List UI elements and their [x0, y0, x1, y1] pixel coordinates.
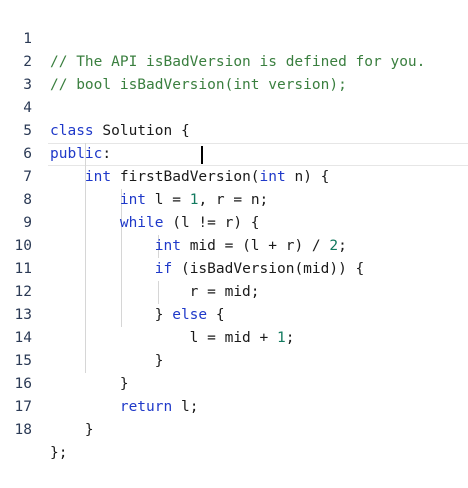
code-line-current[interactable]: 7 int l = 1, r = n; [0, 143, 468, 208]
line-number: 18 [14, 422, 32, 438]
code-line[interactable]: 6 int firstBadVersion(int n) { [0, 120, 468, 185]
text-cursor [201, 146, 203, 164]
code-line[interactable]: 16 return l; [0, 350, 468, 415]
code-line[interactable]: 1 // The API isBadVersion is defined for… [0, 5, 468, 70]
code-editor[interactable]: 1 // The API isBadVersion is defined for… [0, 0, 468, 461]
code-line[interactable]: 12 } else { [0, 258, 468, 323]
line-text: }; [50, 445, 68, 461]
code-line[interactable]: 3 [0, 51, 468, 93]
code-line[interactable]: 18 }; [0, 396, 468, 461]
code-line[interactable]: 8 while (l != r) { [0, 166, 468, 231]
code-line[interactable]: 17 } [0, 373, 468, 438]
code-line[interactable]: 13 l = mid + 1; [0, 281, 468, 346]
code-line[interactable]: 4 class Solution { [0, 74, 468, 139]
code-line[interactable]: 9 int mid = (l + r) / 2; [0, 189, 468, 254]
code-line[interactable]: 15 } [0, 327, 468, 392]
code-line[interactable]: 14 } [0, 304, 468, 369]
line-text: } [50, 422, 94, 438]
code-line[interactable]: 11 r = mid; [0, 235, 468, 300]
code-line[interactable]: 10 if (isBadVersion(mid)) { [0, 212, 468, 277]
code-line[interactable]: 2 // bool isBadVersion(int version); [0, 28, 468, 93]
code-line[interactable]: 5 public: [0, 97, 468, 162]
